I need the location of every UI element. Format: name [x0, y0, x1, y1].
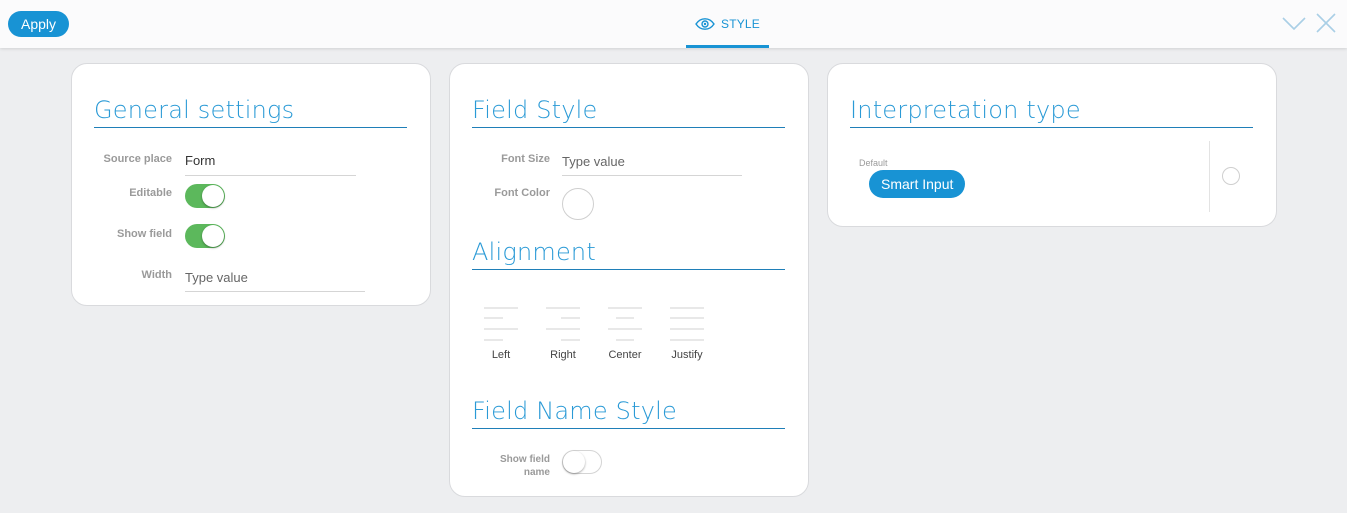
show-field-name-label-line1: Show field [500, 454, 550, 465]
align-left-icon [484, 307, 518, 341]
align-justify-option[interactable]: Justify [667, 307, 707, 361]
alignment-title: Alignment [472, 238, 596, 266]
align-justify-icon [670, 307, 704, 341]
width-input[interactable] [185, 268, 363, 286]
close-icon[interactable] [1315, 11, 1337, 35]
interpretation-type-card: Interpretation type Default Smart Input [827, 63, 1277, 227]
eye-icon [695, 17, 715, 30]
source-place-label: Source place [103, 153, 172, 165]
top-toolbar: Apply STYLE [0, 0, 1347, 48]
general-settings-card: General settings Source place Form Edita… [71, 63, 431, 306]
title-divider [94, 127, 407, 128]
vertical-divider [1209, 141, 1210, 212]
align-center-option[interactable]: Center [605, 307, 645, 361]
width-underline [185, 291, 365, 292]
interpretation-type-title: Interpretation type [850, 96, 1081, 124]
align-center-label: Center [608, 349, 642, 361]
align-right-icon [546, 307, 580, 341]
editable-label: Editable [129, 187, 172, 199]
align-left-label: Left [491, 349, 511, 361]
source-place-value[interactable]: Form [185, 153, 215, 168]
font-color-label: Font Color [494, 187, 550, 199]
show-field-name-label: Show field name [470, 453, 550, 479]
title-divider [850, 127, 1253, 128]
font-size-input[interactable] [562, 152, 738, 170]
title-divider [472, 269, 785, 270]
align-justify-label: Justify [671, 349, 703, 361]
interpretation-radio[interactable] [1222, 167, 1240, 185]
source-place-underline [185, 175, 356, 176]
align-left-option[interactable]: Left [481, 307, 521, 361]
field-name-style-title: Field Name Style [472, 397, 677, 425]
field-style-card: Field Style Font Size Font Color Alignme… [449, 63, 809, 497]
field-style-title: Field Style [472, 96, 598, 124]
font-size-label: Font Size [501, 153, 550, 165]
apply-button[interactable]: Apply [8, 11, 69, 37]
general-settings-title: General settings [94, 96, 295, 124]
width-label: Width [141, 269, 172, 281]
tab-style[interactable]: STYLE [686, 0, 769, 48]
smart-input-chip[interactable]: Smart Input [869, 170, 966, 198]
title-divider [472, 428, 785, 429]
align-right-option[interactable]: Right [543, 307, 583, 361]
tab-style-label: STYLE [720, 16, 760, 31]
show-field-name-toggle[interactable] [562, 450, 602, 474]
show-field-toggle[interactable] [185, 224, 225, 248]
show-field-name-label-line2: name [523, 467, 550, 478]
title-divider [472, 127, 785, 128]
font-color-swatch[interactable] [562, 188, 594, 220]
font-size-underline [562, 175, 742, 176]
default-label: Default [859, 158, 888, 168]
align-right-label: Right [550, 349, 576, 361]
editable-toggle[interactable] [185, 184, 225, 208]
align-center-icon [608, 307, 642, 341]
chevron-down-icon[interactable] [1281, 11, 1307, 35]
show-field-label: Show field [117, 228, 172, 240]
